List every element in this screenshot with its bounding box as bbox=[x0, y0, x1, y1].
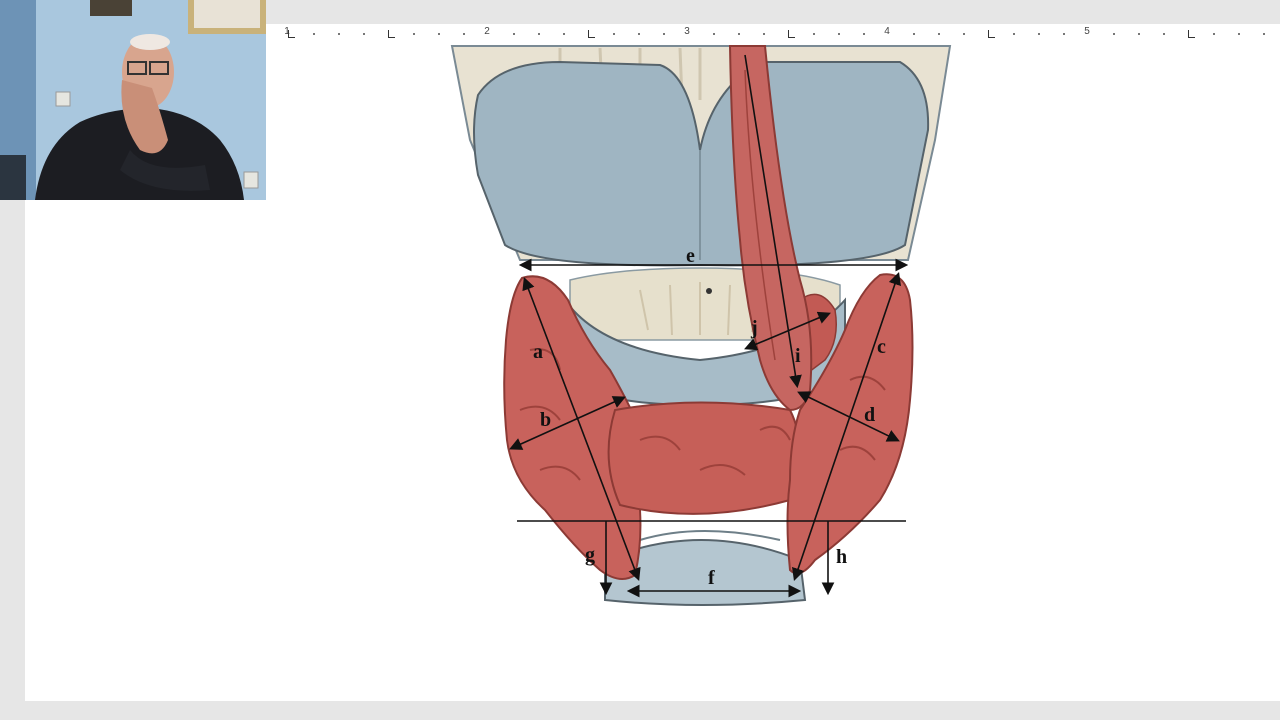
webcam-overlay bbox=[0, 0, 266, 200]
isthmus bbox=[607, 401, 801, 515]
label-a: a bbox=[533, 341, 543, 363]
label-g: g bbox=[585, 544, 595, 566]
label-h: h bbox=[836, 546, 847, 568]
label-c: c bbox=[877, 336, 886, 358]
label-d: d bbox=[864, 404, 875, 426]
label-j: j bbox=[750, 317, 758, 339]
label-i: i bbox=[795, 345, 801, 367]
label-f: f bbox=[708, 567, 715, 589]
label-e: e bbox=[686, 245, 695, 267]
label-b: b bbox=[540, 409, 551, 431]
presenter-video bbox=[0, 0, 266, 200]
